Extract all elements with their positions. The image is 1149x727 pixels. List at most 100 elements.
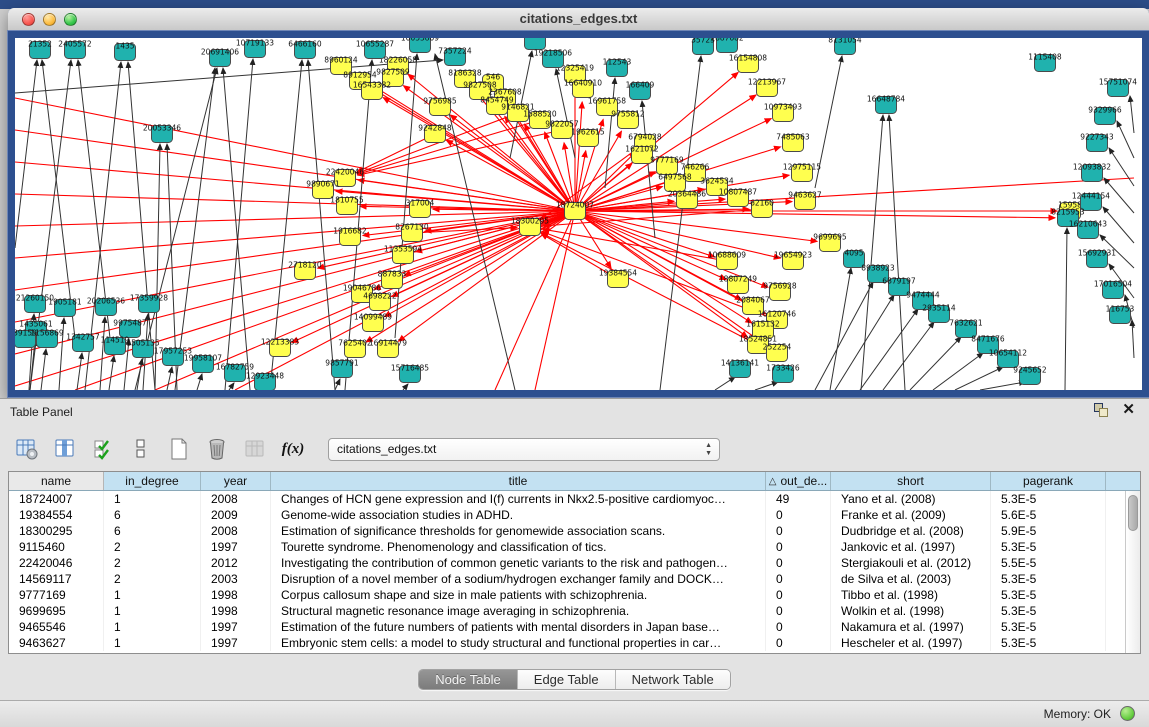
table-cell[interactable]: 9115460 [9, 539, 104, 555]
edge[interactable] [197, 374, 202, 390]
tab-node-table[interactable]: Node Table [419, 670, 518, 689]
edge[interactable] [109, 356, 114, 390]
graph-node-selected[interactable]: 12975115 [783, 163, 821, 182]
import-table-icon[interactable] [242, 436, 268, 462]
edge[interactable] [225, 59, 253, 390]
network-svg[interactable]: 1872400789601248912954182260589827509165… [15, 38, 1142, 390]
table-cell[interactable]: Hescheler et al. (1997) [831, 635, 991, 651]
table-cell[interactable]: 2 [104, 539, 201, 555]
graph-node-selected[interactable]: 16914479 [369, 339, 407, 358]
table-row[interactable]: 1872400712008Changes of HCN gene express… [9, 491, 1125, 507]
table-cell[interactable]: 2008 [201, 523, 271, 539]
table-cell[interactable]: 0 [766, 603, 831, 619]
graph-node[interactable]: 8131054 [828, 38, 862, 55]
table-cell[interactable]: Structural magnetic resonance image aver… [271, 603, 766, 619]
table-cell[interactable]: 2012 [201, 555, 271, 571]
graph-node[interactable]: 15692931 [1078, 249, 1116, 268]
graph-node-selected[interactable]: 16154808 [729, 54, 767, 73]
table-row[interactable]: 2242004622012Investigating the contribut… [9, 555, 1125, 571]
table-cell[interactable]: 5.5E-5 [991, 555, 1106, 571]
edge[interactable] [883, 322, 934, 390]
table-cell[interactable]: 6 [104, 507, 201, 523]
graph-node-selected[interactable]: 1962615 [571, 128, 605, 147]
graph-node-selected[interactable]: 19654923 [774, 251, 812, 270]
graph-node[interactable]: 17359928 [130, 294, 168, 313]
edge[interactable] [889, 115, 905, 390]
table-cell[interactable]: 1 [104, 635, 201, 651]
table-cell[interactable]: 1997 [201, 635, 271, 651]
table-cell[interactable]: 19384554 [9, 507, 104, 523]
graph-node[interactable]: 17016504 [1094, 280, 1132, 299]
function-builder-icon[interactable]: f(x) [280, 436, 306, 462]
table-cell[interactable]: Disruption of a novel member of a sodium… [271, 571, 766, 587]
graph-node[interactable]: 1115408 [1028, 53, 1062, 72]
new-table-icon[interactable] [166, 436, 192, 462]
table-cell[interactable]: Dudbridge et al. (2008) [831, 523, 991, 539]
table-cell[interactable]: Yano et al. (2008) [831, 491, 991, 507]
edge[interactable] [910, 337, 961, 390]
graph-node[interactable]: 166409 [626, 81, 655, 100]
graph-node-selected[interactable]: 9463627 [788, 191, 822, 210]
table-cell[interactable]: Changes of HCN gene expression and I(f) … [271, 491, 766, 507]
window-titlebar[interactable]: citations_edges.txt [8, 8, 1149, 31]
table-cell[interactable]: 2008 [201, 491, 271, 507]
table-cell[interactable]: 9465546 [9, 619, 104, 635]
edge[interactable] [815, 282, 873, 390]
graph-node[interactable]: 6466160 [288, 40, 322, 59]
table-row[interactable]: 946554611997Estimation of the future num… [9, 619, 1125, 635]
table-cell[interactable]: 2 [104, 555, 201, 571]
scrollbar-thumb[interactable] [1128, 495, 1138, 531]
close-panel-icon[interactable]: ✕ [1122, 403, 1135, 417]
edge-selected[interactable] [575, 211, 1055, 218]
table-cell[interactable]: 0 [766, 587, 831, 603]
table-cell[interactable]: 0 [766, 539, 831, 555]
table-cell[interactable]: Franke et al. (2009) [831, 507, 991, 523]
edge[interactable] [137, 359, 142, 390]
graph-node[interactable]: 112543 [603, 58, 632, 77]
graph-node-selected[interactable]: 1916682 [333, 227, 367, 246]
tab-network-table[interactable]: Network Table [616, 670, 730, 689]
graph-node[interactable]: 2887682 [710, 38, 744, 53]
table-cell[interactable]: 2003 [201, 571, 271, 587]
edge[interactable] [1103, 207, 1134, 243]
graph-node[interactable]: 15751074 [1099, 78, 1137, 97]
graph-node[interactable]: 7357224 [438, 47, 472, 66]
table-cell[interactable]: Tibbo et al. (1998) [831, 587, 991, 603]
edge[interactable] [15, 60, 37, 248]
graph-node-selected[interactable]: 7625402 [338, 339, 372, 358]
column-header-title[interactable]: title [271, 472, 766, 490]
table-cell[interactable]: 0 [766, 635, 831, 651]
table-cell[interactable]: Stergiakouli et al. (2012) [831, 555, 991, 571]
table-row[interactable]: 969969511998Structural magnetic resonanc… [9, 603, 1125, 619]
table-settings-icon[interactable] [14, 436, 40, 462]
graph-node[interactable]: 1905181 [48, 298, 82, 317]
graph-node-selected[interactable]: 317004 [406, 199, 435, 218]
table-cell[interactable]: 18724007 [9, 491, 104, 507]
table-cell[interactable]: 0 [766, 619, 831, 635]
edge[interactable] [41, 349, 46, 390]
table-cell[interactable]: 0 [766, 555, 831, 571]
table-cell[interactable]: 1997 [201, 539, 271, 555]
graph-node-selected[interactable]: 9755812 [611, 110, 645, 129]
table-cell[interactable]: Wolkin et al. (1998) [831, 603, 991, 619]
table-row[interactable]: 977716911998Corpus callosum shape and si… [9, 587, 1125, 603]
graph-node[interactable]: 20691406 [201, 48, 239, 67]
column-header-short[interactable]: short [831, 472, 991, 490]
edge-selected[interactable] [15, 194, 575, 211]
table-cell[interactable]: Genome-wide association studies in ADHD. [271, 507, 766, 523]
table-cell[interactable]: 5.6E-5 [991, 507, 1106, 523]
edge[interactable] [605, 78, 615, 188]
table-cell[interactable]: Jankovic et al. (1997) [831, 539, 991, 555]
table-cell[interactable]: 6 [104, 523, 201, 539]
table-cell[interactable]: 1 [104, 491, 201, 507]
graph-node-selected[interactable]: 9756985 [423, 97, 457, 116]
float-panel-icon[interactable] [1094, 403, 1108, 417]
table-cell[interactable]: 1 [104, 603, 201, 619]
table-cell[interactable]: Corpus callosum shape and size in male p… [271, 587, 766, 603]
graph-node[interactable]: 1342757 [66, 333, 100, 352]
table-cell[interactable]: 9777169 [9, 587, 104, 603]
edge[interactable] [715, 377, 735, 390]
edge[interactable] [1065, 228, 1067, 390]
edge[interactable] [308, 60, 335, 390]
edge[interactable] [229, 383, 234, 390]
